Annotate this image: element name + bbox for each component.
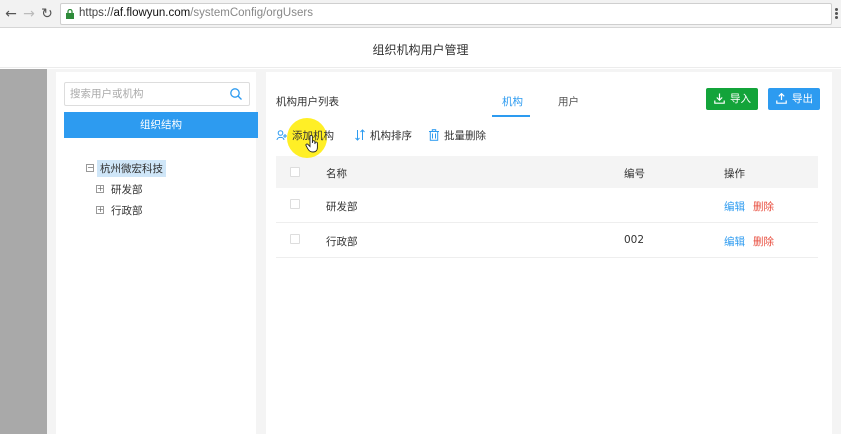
forward-icon[interactable]: → [21, 6, 37, 22]
row-checkbox[interactable] [290, 234, 300, 244]
upload-icon [776, 93, 787, 104]
search-input[interactable] [65, 83, 225, 105]
url-text: https://af.flowyun.com/systemConfig/orgU… [79, 7, 313, 19]
column-header-name: 名称 [326, 168, 347, 180]
active-tab-indicator [492, 115, 530, 117]
org-user-list-panel: 机构用户列表 机构 用户 导入 导出 机构排序 批量删除 名称 编号 操作 研发… [266, 72, 832, 434]
expand-icon[interactable]: + [96, 185, 104, 193]
left-gutter [0, 69, 47, 434]
tree-node-label[interactable]: 研发部 [111, 182, 143, 197]
url-scheme: https:// [79, 7, 114, 19]
delete-link[interactable]: 删除 [753, 199, 774, 214]
table-row: 研发部 编辑 删除 [276, 188, 818, 223]
browser-menu-icon[interactable] [835, 8, 839, 20]
page-header: 组织机构用户管理 [0, 28, 841, 68]
edit-link[interactable]: 编辑 [724, 199, 745, 214]
search-icon[interactable] [229, 87, 243, 101]
panel-title: 机构用户列表 [276, 96, 339, 108]
download-icon [714, 93, 725, 104]
tree-node-label[interactable]: 杭州微宏科技 [97, 160, 166, 177]
hand-pointer-icon [305, 135, 318, 153]
row-name: 行政部 [326, 236, 358, 248]
org-tree-panel: 组织结构 − 杭州微宏科技 + 研发部 + 行政部 [56, 72, 258, 434]
row-checkbox[interactable] [290, 199, 300, 209]
sort-org-label: 机构排序 [370, 130, 412, 142]
column-header-code: 编号 [624, 168, 645, 180]
column-header-actions: 操作 [724, 168, 745, 180]
import-button[interactable]: 导入 [706, 88, 758, 110]
edit-link[interactable]: 编辑 [724, 234, 745, 249]
browser-toolbar: ← → ↻ https://af.flowyun.com/systemConfi… [0, 0, 841, 28]
delete-link[interactable]: 删除 [753, 234, 774, 249]
row-code: 002 [624, 234, 645, 246]
batch-delete-label: 批量删除 [444, 130, 486, 142]
org-table: 名称 编号 操作 研发部 编辑 删除 行政部 002 编辑 删除 [276, 156, 818, 258]
sort-icon [355, 129, 365, 141]
expand-icon[interactable]: + [96, 206, 104, 214]
reload-icon[interactable]: ↻ [39, 6, 55, 22]
page-title: 组织机构用户管理 [372, 43, 469, 57]
lock-icon [66, 9, 74, 19]
url-path: /systemConfig/orgUsers [190, 7, 313, 19]
export-button[interactable]: 导出 [768, 88, 820, 110]
search-box [64, 82, 250, 106]
select-all-checkbox[interactable] [290, 167, 300, 177]
row-name: 研发部 [326, 201, 358, 213]
trash-icon [429, 129, 439, 141]
org-structure-tab[interactable]: 组织结构 [64, 112, 258, 138]
tab-org[interactable]: 机构 [502, 94, 523, 109]
import-label: 导入 [730, 93, 751, 105]
export-label: 导出 [792, 93, 813, 105]
url-host: af.flowyun.com [113, 7, 191, 19]
collapse-icon[interactable]: − [86, 164, 94, 172]
address-bar[interactable]: https://af.flowyun.com/systemConfig/orgU… [60, 3, 832, 25]
table-header: 名称 编号 操作 [276, 156, 818, 188]
back-icon[interactable]: ← [3, 6, 19, 22]
table-row: 行政部 002 编辑 删除 [276, 223, 818, 258]
tab-user[interactable]: 用户 [558, 94, 579, 109]
tree-node-label[interactable]: 行政部 [111, 203, 143, 218]
action-toolbar: 机构排序 批量删除 [276, 128, 816, 148]
